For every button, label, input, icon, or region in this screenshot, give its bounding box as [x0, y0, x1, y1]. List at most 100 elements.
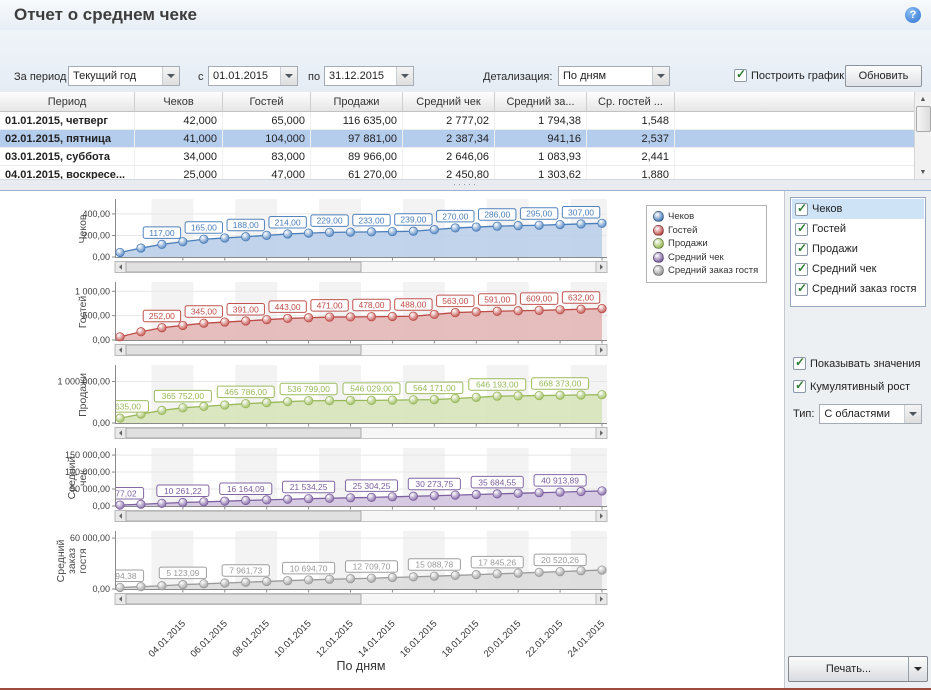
point-label: 239,00 — [400, 215, 426, 225]
point-label: 233,00 — [358, 215, 384, 225]
legend-item: Продажи — [653, 237, 758, 251]
table-row[interactable]: 03.01.2015, суббота34,00083,00089 966,00… — [0, 148, 931, 166]
point-label: 295,00 — [526, 209, 552, 219]
x-tick-label: 20.01.2015 — [482, 618, 523, 658]
chevron-down-icon — [280, 67, 297, 85]
help-icon[interactable]: ? — [905, 7, 921, 23]
scrollbar-thumb[interactable] — [126, 262, 361, 272]
data-point-marker — [577, 391, 585, 399]
legend-marker-icon — [653, 265, 664, 276]
series-checkbox-item[interactable]: Средний заказ гостя — [792, 279, 924, 299]
chart-scrollbar[interactable] — [115, 511, 607, 522]
titlebar: Отчет о среднем чеке ? — [0, 0, 931, 30]
chevron-down-icon[interactable] — [908, 657, 927, 681]
data-point-marker — [304, 314, 312, 322]
scroll-down-icon[interactable]: ▼ — [916, 165, 931, 179]
data-point-marker — [262, 315, 270, 323]
data-point-marker — [179, 321, 187, 329]
data-point-marker — [430, 225, 438, 233]
column-header[interactable]: Гостей — [223, 92, 311, 111]
x-tick-label: 12.01.2015 — [314, 618, 355, 658]
table-row[interactable]: 02.01.2015, пятница41,000104,00097 881,0… — [0, 130, 931, 148]
refresh-button[interactable]: Обновить — [845, 65, 922, 87]
scrollbar-thumb[interactable] — [916, 106, 931, 132]
x-tick-label: 18.01.2015 — [440, 618, 481, 658]
legend-item: Гостей — [653, 224, 758, 238]
column-header[interactable]: Период — [0, 92, 135, 111]
cumulative-checkbox[interactable]: Кумулятивный рост — [793, 380, 910, 393]
data-point-marker — [430, 395, 438, 403]
checkbox-icon — [795, 283, 808, 296]
point-label: 229,00 — [317, 216, 343, 226]
show-values-checkbox[interactable]: Показывать значения — [793, 357, 920, 370]
chart-scrollbar[interactable] — [115, 594, 607, 605]
data-point-marker — [179, 580, 187, 588]
detail-select[interactable]: По дням — [558, 66, 670, 86]
cell-value: 65,000 — [223, 112, 311, 129]
chart-scrollbar[interactable] — [115, 345, 607, 356]
data-point-marker — [451, 491, 459, 499]
data-point-marker — [556, 488, 564, 496]
chart-type-select[interactable]: С областями — [819, 404, 922, 424]
point-label: 391,00 — [233, 304, 259, 314]
point-label: 10 261,22 — [164, 486, 202, 496]
data-point-marker — [179, 498, 187, 506]
data-point-marker — [116, 414, 124, 422]
point-label: 563,00 — [442, 296, 468, 306]
data-point-marker — [158, 324, 166, 332]
print-button[interactable]: Печать... — [788, 656, 928, 682]
column-header[interactable]: Продажи — [311, 92, 403, 111]
data-point-marker — [577, 220, 585, 228]
chart-scrollbar[interactable] — [115, 262, 607, 273]
data-point-marker — [346, 396, 354, 404]
chart-legend: ЧековГостейПродажиСредний чекСредний зак… — [646, 205, 767, 283]
point-label: 5 123,09 — [166, 568, 199, 578]
chart-scrollbar[interactable] — [115, 428, 607, 439]
column-header[interactable]: Средний за... — [495, 92, 587, 111]
data-point-marker — [577, 487, 585, 495]
data-point-marker — [200, 402, 208, 410]
point-label: 307,00 — [568, 207, 594, 217]
period-select[interactable]: Текущий год — [68, 66, 180, 86]
data-point-marker — [493, 392, 501, 400]
point-label: 465 786,00 — [224, 387, 267, 397]
series-checkbox-item[interactable]: Средний чек — [792, 259, 924, 279]
data-point-marker — [158, 582, 166, 590]
x-tick-label: 24.01.2015 — [566, 618, 607, 658]
date-to-select[interactable]: 31.12.2015 — [324, 66, 414, 86]
series-axis-caption: чек — [77, 470, 89, 486]
data-point-marker — [242, 578, 250, 586]
data-point-marker — [283, 495, 291, 503]
build-chart-checkbox[interactable]: Построить график — [734, 69, 844, 82]
scroll-up-icon[interactable]: ▲ — [916, 92, 931, 106]
cell-period: 03.01.2015, суббота — [0, 148, 135, 165]
data-point-marker — [367, 396, 375, 404]
scrollbar-thumb[interactable] — [126, 594, 361, 604]
report-window: Отчет о среднем чеке ? За период Текущий… — [0, 0, 931, 690]
series-checkbox-item[interactable]: Чеков — [792, 199, 924, 219]
data-point-marker — [325, 494, 333, 502]
data-point-marker — [472, 490, 480, 498]
data-point-marker — [304, 494, 312, 502]
scrollbar-thumb[interactable] — [126, 345, 361, 355]
point-label: 10 694,70 — [290, 563, 328, 573]
table-header: ПериодЧековГостейПродажиСредний чекСредн… — [0, 92, 931, 112]
data-point-marker — [472, 570, 480, 578]
date-from-select[interactable]: 01.01.2015 — [208, 66, 298, 86]
column-header[interactable]: Ср. гостей ... — [587, 92, 675, 111]
scrollbar-thumb[interactable] — [126, 428, 361, 438]
column-header[interactable]: Средний чек — [403, 92, 495, 111]
table-scrollbar[interactable]: ▲ ▼ — [914, 92, 931, 179]
series-checkbox-item[interactable]: Продажи — [792, 239, 924, 259]
column-header[interactable]: Чеков — [135, 92, 223, 111]
data-point-marker — [137, 244, 145, 252]
table-row[interactable]: 01.01.2015, четверг42,00065,000116 635,0… — [0, 112, 931, 130]
data-point-marker — [388, 227, 396, 235]
data-point-marker — [451, 224, 459, 232]
series-checkbox-item[interactable]: Гостей — [792, 219, 924, 239]
y-tick-label: 0,00 — [92, 501, 110, 511]
data-point-marker — [179, 238, 187, 246]
point-label: 365 752,00 — [162, 391, 205, 401]
scrollbar-thumb[interactable] — [126, 511, 361, 521]
data-point-marker — [221, 234, 229, 242]
